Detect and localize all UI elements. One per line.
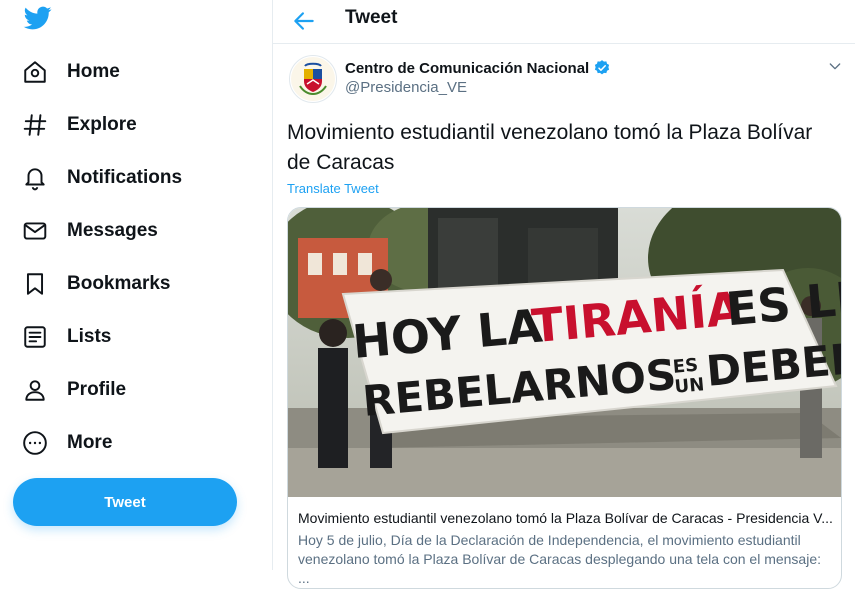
- list-icon: [22, 324, 48, 350]
- nav-messages[interactable]: Messages: [16, 208, 170, 254]
- twitter-bird-icon[interactable]: [22, 4, 54, 32]
- author-handle[interactable]: @Presidencia_VE: [345, 79, 467, 96]
- header-bar: Tweet: [273, 0, 855, 44]
- card-description: Hoy 5 de julio, Día de la Declaración de…: [298, 532, 821, 586]
- nav-lists[interactable]: Lists: [16, 314, 123, 360]
- nav-lists-label: Lists: [67, 326, 112, 347]
- link-card[interactable]: HOY LA TIRANÍA ES LEY REBELARNOS ES UN D…: [287, 207, 842, 589]
- envelope-icon: [22, 218, 48, 244]
- nav-home[interactable]: Home: [16, 49, 132, 95]
- nav-profile[interactable]: Profile: [16, 367, 138, 413]
- nav-explore-label: Explore: [67, 114, 137, 135]
- home-icon: [22, 59, 48, 85]
- more-circle-icon: [22, 430, 48, 456]
- coat-of-arms-icon: [291, 57, 335, 101]
- back-arrow-icon[interactable]: [291, 8, 317, 34]
- card-image: HOY LA TIRANÍA ES LEY REBELARNOS ES UN D…: [288, 208, 841, 497]
- person-icon: [22, 377, 48, 403]
- author-name-text: Centro de Comunicación Nacional: [345, 59, 590, 77]
- author-name[interactable]: Centro de Comunicación Nacional: [345, 59, 611, 77]
- nav-more[interactable]: More: [16, 420, 124, 466]
- tweet-button[interactable]: Tweet: [13, 478, 237, 526]
- card-title: Movimiento estudiantil venezolano tomó l…: [298, 510, 833, 526]
- sidebar: Home Explore Notifications Messages Book…: [0, 0, 273, 570]
- bell-icon: [22, 165, 48, 191]
- tweet-text: Movimiento estudiantil venezolano tomó l…: [287, 121, 813, 174]
- verified-badge-icon: [595, 60, 610, 75]
- chevron-down-icon[interactable]: [827, 58, 843, 74]
- page-title: Tweet: [345, 7, 398, 28]
- bookmark-icon: [22, 271, 48, 297]
- avatar[interactable]: [289, 55, 337, 103]
- nav-more-label: More: [67, 432, 113, 453]
- nav-home-label: Home: [67, 61, 120, 82]
- main-column: Tweet Centro de Comunicación Nacional @P…: [273, 0, 855, 589]
- translate-tweet-link[interactable]: Translate Tweet: [287, 181, 379, 196]
- nav-explore[interactable]: Explore: [16, 102, 149, 148]
- nav-bookmarks-label: Bookmarks: [67, 273, 171, 294]
- hashtag-icon: [22, 112, 48, 138]
- nav-messages-label: Messages: [67, 220, 158, 241]
- banner-text-2c: UN: [674, 374, 705, 398]
- nav-notifications[interactable]: Notifications: [16, 155, 194, 201]
- nav-bookmarks[interactable]: Bookmarks: [16, 261, 183, 307]
- nav-profile-label: Profile: [67, 379, 127, 400]
- nav-notifications-label: Notifications: [67, 167, 183, 188]
